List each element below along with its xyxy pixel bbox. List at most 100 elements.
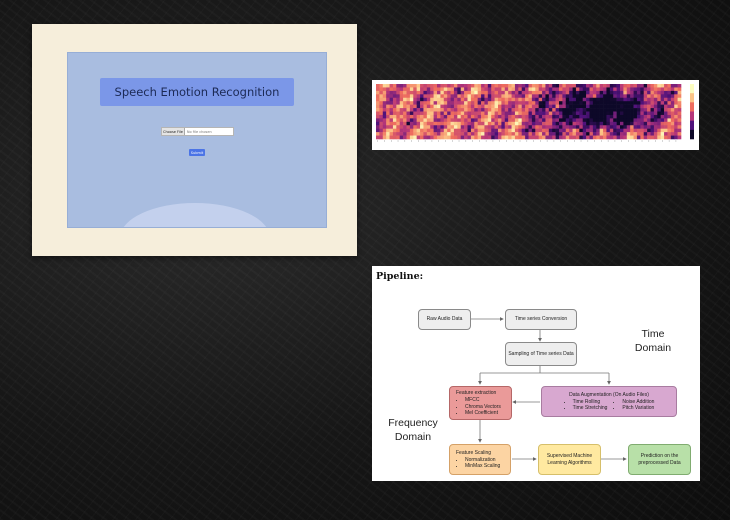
heatmap-cell bbox=[660, 87, 665, 92]
heatmap-cell bbox=[484, 87, 489, 92]
heatmap-cell bbox=[616, 90, 621, 95]
heatmap-cell bbox=[453, 97, 458, 102]
heatmap-cell bbox=[426, 101, 431, 105]
heatmap-cell bbox=[620, 108, 624, 112]
heatmap-cell bbox=[409, 87, 414, 92]
heatmap-cell bbox=[538, 114, 543, 119]
heatmap-cell bbox=[437, 114, 441, 119]
heatmap-cell bbox=[437, 111, 441, 116]
heatmap-cell bbox=[420, 114, 424, 119]
heatmap-cell bbox=[647, 118, 651, 123]
heatmap-cell bbox=[413, 84, 417, 88]
heatmap-cell bbox=[562, 87, 567, 92]
heatmap-cell bbox=[453, 135, 458, 140]
heatmap-cell bbox=[664, 104, 668, 109]
heatmap-cell bbox=[453, 84, 458, 88]
heatmap-cell bbox=[514, 84, 519, 88]
heatmap-cell bbox=[667, 90, 672, 95]
heatmap-cell bbox=[606, 101, 611, 105]
heatmap-cell bbox=[450, 108, 455, 112]
heatmap-cell bbox=[613, 87, 617, 92]
submit-button[interactable]: Submit bbox=[189, 149, 205, 156]
heatmap-cell bbox=[531, 94, 536, 99]
heatmap-cell bbox=[389, 128, 394, 133]
heatmap-cell bbox=[399, 94, 404, 99]
heatmap-cell bbox=[518, 128, 523, 133]
heatmap-cell bbox=[620, 114, 624, 119]
heatmap-cell bbox=[582, 111, 587, 116]
heatmap-cell bbox=[670, 94, 675, 99]
heatmap-cell bbox=[477, 135, 482, 140]
heatmap-cell bbox=[603, 132, 607, 136]
heatmap-cell bbox=[403, 132, 407, 136]
heatmap-cell bbox=[460, 118, 465, 123]
heatmap-cell bbox=[453, 111, 458, 116]
heatmap-cell bbox=[376, 108, 380, 112]
heatmap-cell bbox=[677, 94, 682, 99]
heatmap-cell bbox=[650, 87, 655, 92]
heatmap-cell bbox=[392, 132, 397, 136]
heatmap-cell bbox=[653, 104, 658, 109]
heatmap-cell bbox=[467, 101, 472, 105]
heatmap-cell bbox=[447, 125, 451, 129]
heatmap-cell bbox=[609, 111, 614, 116]
heatmap-cell bbox=[416, 114, 421, 119]
heatmap-cell bbox=[572, 97, 577, 102]
heatmap-cell bbox=[542, 114, 546, 119]
heatmap-cell bbox=[548, 114, 553, 119]
heatmap-cell bbox=[406, 114, 411, 119]
heatmap-cell bbox=[613, 132, 617, 136]
heatmap-cell bbox=[562, 104, 567, 109]
heatmap-cell bbox=[484, 94, 489, 99]
heatmap-cell bbox=[392, 90, 397, 95]
heatmap-cell bbox=[664, 114, 668, 119]
heatmap-cell bbox=[636, 111, 641, 116]
heatmap-cell bbox=[474, 97, 478, 102]
heatmap-cell bbox=[606, 128, 611, 133]
heatmap-cell bbox=[447, 111, 451, 116]
heatmap-cell bbox=[579, 94, 584, 99]
heatmap-cell bbox=[677, 121, 682, 126]
heatmap-cell bbox=[664, 121, 668, 126]
heatmap-cell bbox=[647, 114, 651, 119]
time-domain-line1: Time bbox=[641, 328, 665, 340]
heatmap-cell bbox=[477, 94, 482, 99]
heatmap-cell bbox=[426, 90, 431, 95]
heatmap-cell bbox=[409, 111, 414, 116]
heatmap-cell bbox=[498, 94, 502, 99]
heatmap-cell bbox=[406, 90, 411, 95]
heatmap-cell bbox=[643, 90, 648, 95]
heatmap-cell bbox=[660, 132, 665, 136]
heatmap-cell bbox=[572, 125, 577, 129]
heatmap-cell bbox=[413, 94, 417, 99]
heatmap-cell bbox=[525, 90, 529, 95]
heatmap-cell bbox=[667, 97, 672, 102]
heatmap-cell bbox=[542, 121, 546, 126]
heatmap-cell bbox=[426, 125, 431, 129]
heatmap-cell bbox=[535, 118, 539, 123]
node-prediction-label: Prediction on the preprocessed Data bbox=[638, 453, 681, 466]
heatmap-cell bbox=[636, 128, 641, 133]
heatmap-cell bbox=[508, 101, 512, 105]
heatmap-cell bbox=[504, 101, 509, 105]
heatmap-cell bbox=[660, 118, 665, 123]
heatmap-cell bbox=[650, 135, 655, 140]
heatmap-cell bbox=[572, 114, 577, 119]
heatmap-cell bbox=[677, 114, 682, 119]
heatmap-cell bbox=[592, 101, 597, 105]
choose-file-button[interactable]: Choose File bbox=[162, 128, 185, 135]
heatmap-cell bbox=[498, 135, 502, 140]
heatmap-cell bbox=[426, 97, 431, 102]
heatmap-cell bbox=[484, 128, 489, 133]
heatmap-cell bbox=[674, 121, 678, 126]
heatmap-cell bbox=[433, 118, 438, 123]
heatmap-cell bbox=[565, 128, 570, 133]
heatmap-cell bbox=[420, 90, 424, 95]
heatmap-cell bbox=[555, 111, 560, 116]
heatmap-cell bbox=[575, 114, 580, 119]
file-input[interactable]: Choose File No file chosen bbox=[161, 127, 234, 136]
heatmap-cell bbox=[643, 135, 648, 140]
heatmap-cell bbox=[453, 114, 458, 119]
heatmap-cell bbox=[437, 87, 441, 92]
heatmap-cell bbox=[470, 94, 475, 99]
